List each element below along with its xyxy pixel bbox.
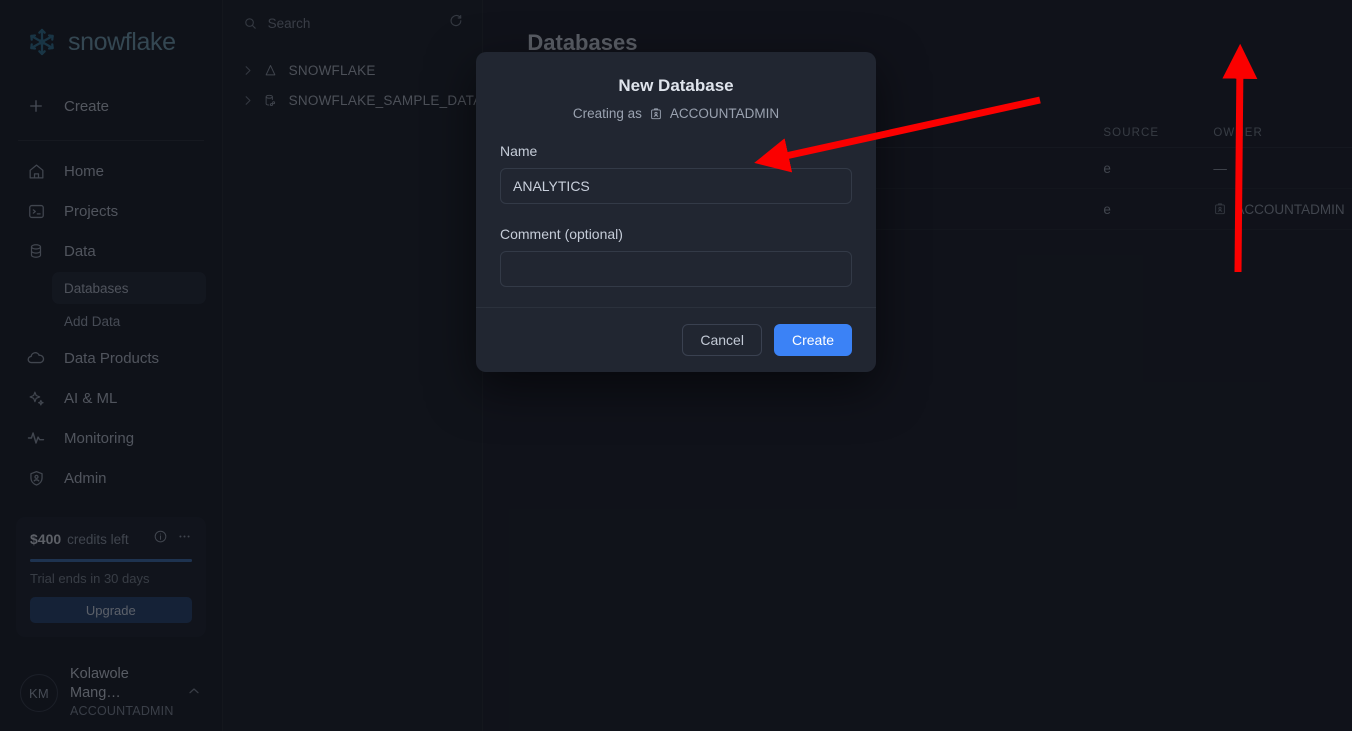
app-root: snowflake Create Home Projects <box>0 0 1352 731</box>
dialog-footer: Cancel Create <box>476 307 876 372</box>
badge-icon <box>649 107 663 121</box>
dialog-title: New Database <box>618 76 734 95</box>
creating-as-role: ACCOUNTADMIN <box>669 106 780 121</box>
dialog-body: Name Comment (optional) <box>476 121 876 307</box>
dialog-header: New Database Creating as ACCOUNTADMIN <box>476 52 876 121</box>
dialog-subtitle: Creating as ACCOUNTADMIN <box>500 106 852 121</box>
create-button[interactable]: Create <box>773 324 852 356</box>
comment-field-label: Comment (optional) <box>500 226 623 242</box>
new-database-dialog: New Database Creating as ACCOUNTADMIN Na… <box>476 52 876 372</box>
name-field-label: Name <box>500 143 538 159</box>
database-name-input[interactable] <box>500 168 852 204</box>
creating-as-label: Creating as <box>572 106 642 121</box>
cancel-button[interactable]: Cancel <box>682 324 762 356</box>
database-comment-input[interactable] <box>500 251 852 287</box>
